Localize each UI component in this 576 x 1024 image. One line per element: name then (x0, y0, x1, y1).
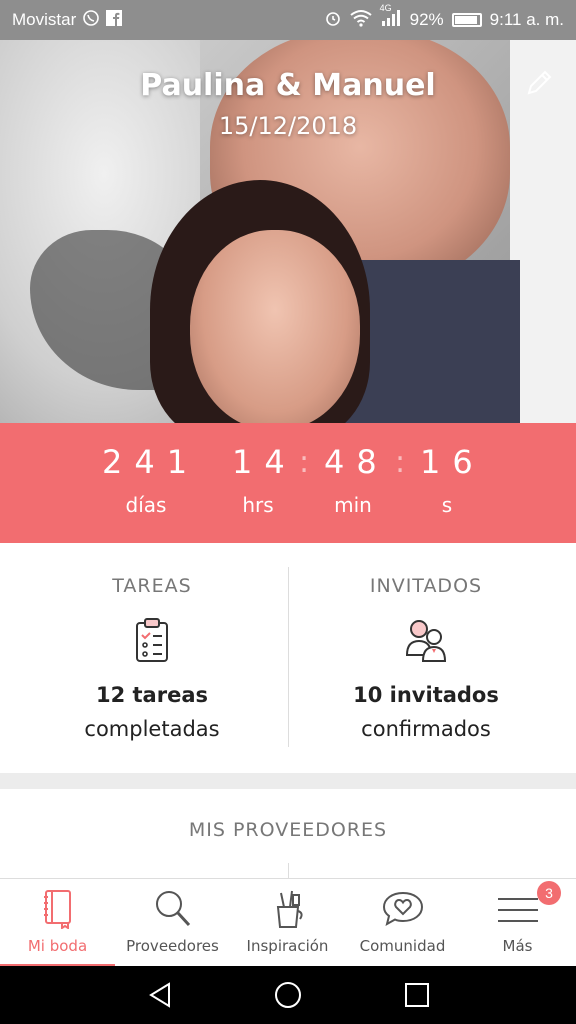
facebook-icon (106, 9, 123, 31)
clipboard-checklist-icon (127, 615, 177, 665)
section-gap (0, 773, 576, 789)
nav-label: Comunidad (359, 937, 446, 955)
couple-guests-icon (401, 615, 451, 665)
nav-label: Proveedores (126, 937, 219, 955)
countdown-hours: 14 (232, 443, 297, 481)
tasks-subtitle: completadas (84, 717, 220, 741)
tasks-card[interactable]: TAREAS 12 tareas completadas (8, 543, 296, 773)
countdown-days-label: días (125, 493, 167, 517)
nav-label: Mi boda (27, 937, 88, 955)
couple-names: Paulina & Manuel (140, 68, 436, 103)
recent-apps-icon[interactable] (402, 980, 432, 1010)
menu-icon (496, 889, 540, 929)
countdown-separator: : (299, 445, 310, 480)
nav-comunidad[interactable]: Comunidad (345, 879, 460, 967)
guests-subtitle: confirmados (361, 717, 491, 741)
tasks-header: TAREAS (112, 575, 192, 597)
system-navigation-bar (0, 966, 576, 1024)
nav-proveedores[interactable]: Proveedores (115, 879, 230, 967)
wifi-icon (350, 9, 372, 32)
couple-photo-header: Paulina & Manuel 15/12/2018 (0, 40, 576, 423)
edit-pencil-icon[interactable] (524, 68, 554, 98)
search-icon (151, 889, 195, 929)
countdown-minutes-label: min (334, 493, 372, 517)
nav-label: Más (502, 937, 533, 955)
wedding-date: 15/12/2018 (218, 112, 358, 140)
tasks-count: 12 tareas (95, 683, 208, 707)
providers-section[interactable]: MIS PROVEEDORES (0, 789, 576, 879)
nav-mi-boda[interactable]: Mi boda (0, 879, 115, 967)
guests-header: INVITADOS (369, 575, 483, 597)
nav-inspiracion[interactable]: Inspiración (230, 879, 345, 967)
pencil-cup-icon (266, 889, 310, 929)
countdown-hours-label: hrs (242, 493, 274, 517)
status-bar: Movistar 4G 92% 9:11 a. m. (0, 0, 576, 40)
summary-cards: TAREAS 12 tareas completadas INVITADOS 1… (0, 543, 576, 773)
home-icon[interactable] (273, 980, 303, 1010)
countdown-days: 241 (102, 443, 200, 481)
whatsapp-icon (82, 9, 100, 32)
notebook-icon (36, 889, 80, 930)
app-screen: Movistar 4G 92% 9:11 a. m. Paulina & Man… (0, 0, 576, 1024)
back-icon[interactable] (145, 980, 175, 1010)
chat-heart-icon (381, 889, 425, 929)
battery-fill (454, 16, 477, 24)
countdown-seconds-label: s (441, 493, 453, 517)
countdown-separator: : (395, 445, 406, 480)
guests-card[interactable]: INVITADOS 10 invitados confirmados (282, 543, 570, 773)
alarm-icon (324, 9, 342, 32)
carrier-label: Movistar (12, 10, 77, 29)
photo-face-woman (190, 230, 360, 423)
wedding-countdown: 241 14 : 48 : 16 días hrs min s (0, 423, 576, 543)
countdown-seconds: 16 (420, 443, 485, 481)
notification-badge: 3 (537, 881, 561, 905)
network-type-label: 4G (379, 2, 392, 13)
bottom-navigation: Mi boda Proveedores Inspiración Comunida… (0, 878, 576, 967)
guests-count: 10 invitados (353, 683, 499, 707)
battery-percent: 92% (409, 10, 444, 29)
clock: 9:11 a. m. (489, 10, 564, 29)
nav-label: Inspiración (246, 937, 329, 955)
providers-header: MIS PROVEEDORES (188, 819, 388, 841)
battery-icon (451, 13, 482, 27)
signal-icon: 4G (380, 3, 402, 32)
providers-divider (288, 863, 289, 879)
countdown-minutes: 48 (324, 443, 389, 481)
